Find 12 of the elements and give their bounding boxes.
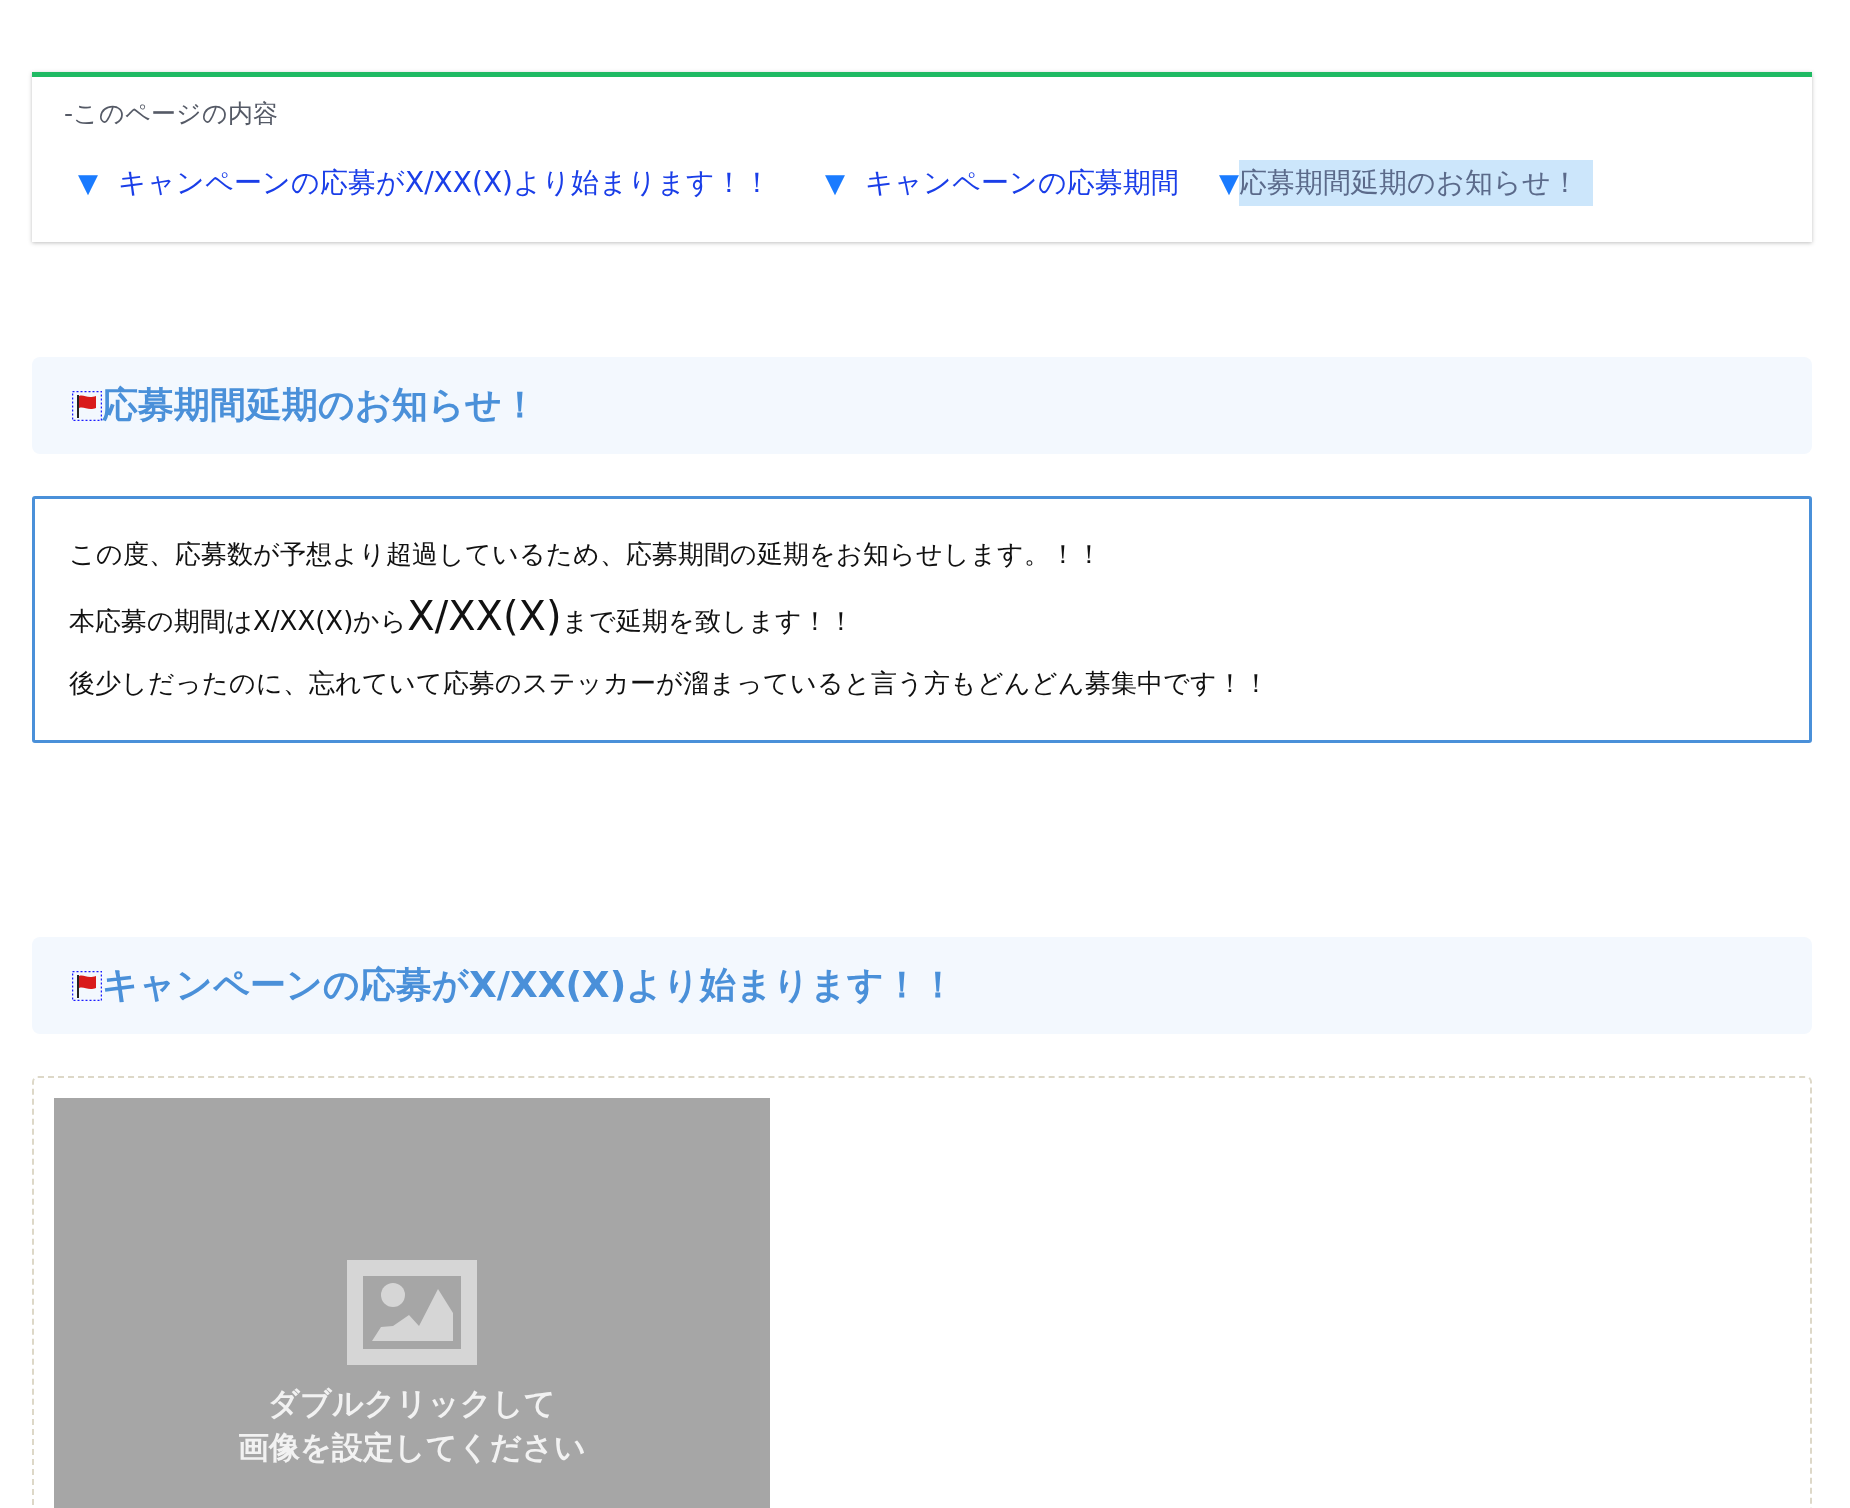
notice-text: 後少しだったのに、忘れていて応募のステッカーが溜まっていると言う方もどんどん募集中です！！ [69,667,1270,700]
heading-text: キャンペーンの応募がX/XX(X)より始まります！！ [102,963,957,1007]
toc-link[interactable]: ▼ キャンペーンの応募期間 [811,164,1179,202]
image-icon [347,1260,477,1365]
placeholder-text: ダブルクリックして 画像を設定してください [238,1384,586,1467]
flag-icon [72,390,102,421]
toc-title: -このページの内容 [64,98,280,130]
notice-text: 本応募の期間はX/XX(X)から X/XX(X)まで延期を致します！！ [69,592,855,641]
notice-text: この度、応募数が予想より超過しているため、応募期間の延期をお知らせします。！！ [69,538,1103,571]
heading-text: 応募期間延期のお知らせ！ [102,383,538,427]
flag-icon [72,970,102,1001]
toc-link[interactable]: ▼ キャンペーンの応募がX/XX(X)より始まります！！ [64,164,771,202]
